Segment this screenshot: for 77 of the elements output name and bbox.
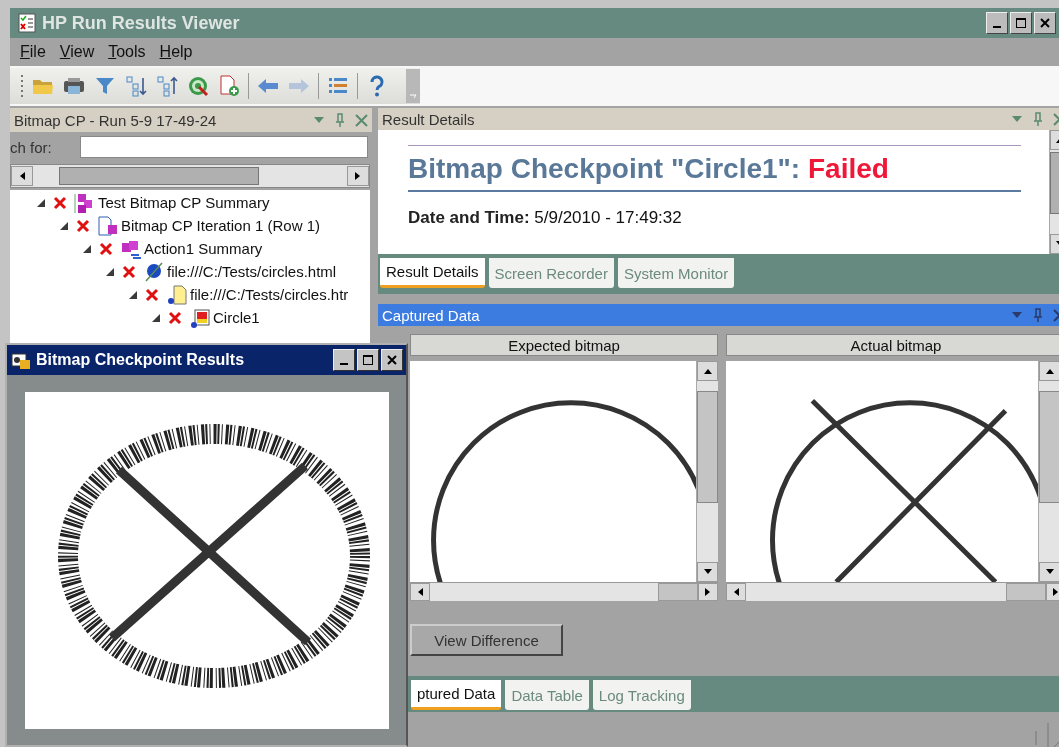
panel-title: Bitmap CP - Run 5-9 17-49-24 <box>14 111 217 129</box>
vertical-scrollbar[interactable] <box>696 361 718 582</box>
horizontal-scrollbar[interactable] <box>726 582 1059 601</box>
sort-down-icon[interactable] <box>124 74 148 98</box>
left-arrow-icon[interactable] <box>18 171 26 181</box>
close-button[interactable] <box>381 349 403 371</box>
maximize-button[interactable] <box>357 349 379 371</box>
dropdown-icon[interactable] <box>1011 310 1023 320</box>
pin-icon[interactable] <box>1033 308 1043 322</box>
target-icon[interactable] <box>186 74 210 98</box>
pin-icon[interactable] <box>335 113 345 127</box>
sort-up-icon[interactable] <box>155 74 179 98</box>
app-icon <box>18 13 36 33</box>
close-icon <box>386 354 398 366</box>
minimize-icon <box>340 363 348 365</box>
popup-title: Bitmap Checkpoint Results <box>36 351 245 369</box>
dropdown-icon[interactable] <box>313 115 325 125</box>
scroll-thumb[interactable] <box>658 583 698 601</box>
menu-item[interactable]: Help <box>159 43 193 61</box>
down-arrow-icon[interactable] <box>1044 568 1055 576</box>
maximize-icon <box>1015 17 1027 29</box>
picture-icon <box>189 306 211 329</box>
panel-title: Captured Data <box>382 306 480 324</box>
expander-icon[interactable] <box>36 197 46 208</box>
expander-icon[interactable] <box>59 220 69 231</box>
expander-icon[interactable] <box>82 243 92 254</box>
tree-item[interactable]: file:///C:/Tests/circles.html <box>167 263 337 280</box>
page-icon <box>166 283 188 306</box>
minimize-button[interactable] <box>333 349 355 371</box>
dropdown-icon[interactable] <box>1011 114 1023 124</box>
minimize-icon <box>993 26 1001 28</box>
document-add-icon[interactable] <box>217 74 241 98</box>
grip-icon <box>20 73 24 99</box>
menu-item[interactable]: Tools <box>108 43 146 61</box>
tab[interactable]: Result Details <box>380 258 485 288</box>
date-time-text: Date and Time: 5/9/2010 - 17:49:32 <box>408 208 683 228</box>
horizontal-scrollbar[interactable] <box>10 164 370 188</box>
horizontal-scrollbar[interactable] <box>410 582 718 601</box>
up-arrow-icon[interactable] <box>1044 367 1055 375</box>
column-header: Actual bitmap <box>726 334 1059 356</box>
vertical-scrollbar[interactable] <box>1038 361 1059 582</box>
maximize-button[interactable] <box>1010 12 1032 34</box>
right-arrow-icon[interactable] <box>354 171 362 181</box>
left-arrow-icon[interactable] <box>416 587 424 597</box>
expander-icon[interactable] <box>105 266 115 277</box>
right-arrow-icon[interactable] <box>1052 587 1059 597</box>
tree-item[interactable]: Bitmap CP Iteration 1 (Row 1) <box>121 217 320 234</box>
search-label: ch for: <box>10 138 53 156</box>
minimize-button[interactable] <box>986 12 1008 34</box>
panel-title: Result Details <box>382 110 475 128</box>
tab[interactable]: ptured Data <box>411 680 502 710</box>
menu-item[interactable]: View <box>59 43 95 61</box>
pin-icon[interactable] <box>1033 112 1043 126</box>
document-cube-icon <box>97 214 119 237</box>
view-difference-button[interactable]: View Difference <box>410 624 563 656</box>
close-button[interactable] <box>1034 12 1056 34</box>
down-arrow-icon[interactable] <box>702 568 713 576</box>
checkpoint-heading: Bitmap Checkpoint "Circle1": Failed <box>408 152 890 186</box>
column-header: Expected bitmap <box>410 334 718 356</box>
tree-item[interactable]: file:///C:/Tests/circles.htr <box>190 286 349 303</box>
globe-icon <box>143 260 165 283</box>
tree-item[interactable]: Test Bitmap CP Summary <box>98 194 270 211</box>
tree-item[interactable]: Action1 Summary <box>144 240 263 257</box>
close-icon[interactable] <box>355 113 368 127</box>
left-arrow-icon[interactable] <box>732 587 740 597</box>
maximize-icon <box>362 354 374 366</box>
expander-icon[interactable] <box>128 289 138 300</box>
right-arrow-icon[interactable] <box>704 587 712 597</box>
scroll-thumb[interactable] <box>1006 583 1046 601</box>
search-field[interactable] <box>80 136 368 158</box>
expander-icon[interactable] <box>151 312 161 323</box>
up-arrow-icon[interactable] <box>702 367 713 375</box>
window-title: HP Run Results Viewer <box>42 12 240 34</box>
app-icon <box>10 350 32 370</box>
menu-item[interactable]: File <box>20 43 46 61</box>
tree-item[interactable]: Circle1 <box>213 309 260 326</box>
close-icon <box>1039 17 1051 29</box>
